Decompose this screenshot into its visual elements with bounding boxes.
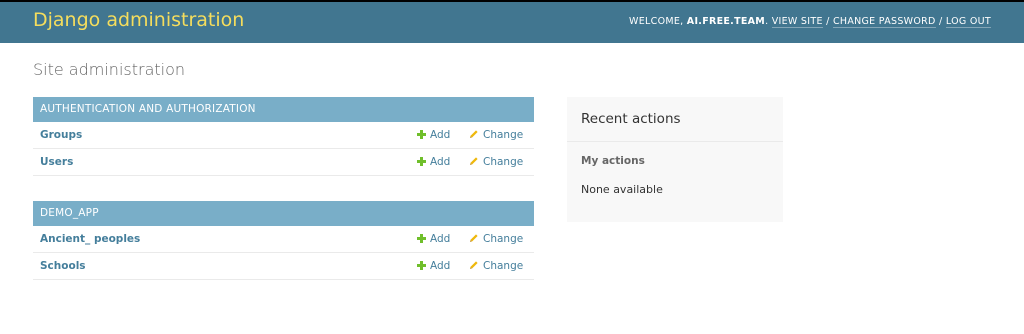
empty-actions-text: None available [581,183,663,196]
pencil-icon [470,130,478,138]
model-link-schools[interactable]: Schools [40,260,86,272]
username: AI.FREE.TEAM [686,16,766,27]
app-module-demo-app: DEMO_APP Ancient_ peoples Add Change Sch… [33,201,534,280]
plus-icon [417,130,426,139]
model-row: Users Add Change [33,149,534,176]
change-ancient-peoples-button[interactable]: Change [469,233,523,245]
pencil-icon [470,234,478,242]
pencil-icon [470,157,478,165]
change-label: Change [483,260,524,272]
plus-icon [417,234,426,243]
logout-link[interactable]: LOG OUT [945,16,991,28]
pencil-icon [470,261,478,269]
add-label: Add [430,129,451,141]
add-label: Add [430,260,451,272]
user-tools: WELCOME, AI.FREE.TEAM. VIEW SITE / CHANG… [629,16,991,28]
recent-actions-panel: Recent actions My actions None available [567,97,783,222]
change-label: Change [483,233,524,245]
divider [567,141,783,142]
app-module-auth: AUTHENTICATION AND AUTHORIZATION Groups … [33,97,534,176]
change-label: Change [483,129,524,141]
recent-actions-title: Recent actions [581,111,681,127]
model-row: Groups Add Change [33,122,534,149]
change-schools-button[interactable]: Change [469,260,523,272]
model-row: Ancient_ peoples Add Change [33,226,534,253]
plus-icon [417,261,426,270]
site-name[interactable]: Django administration [33,9,244,31]
change-password-link[interactable]: CHANGE PASSWORD [832,16,936,28]
add-label: Add [430,233,451,245]
my-actions-heading: My actions [581,155,645,167]
separator: / [826,16,830,27]
page-title: Site administration [33,60,186,79]
model-link-groups[interactable]: Groups [40,129,82,141]
change-users-button[interactable]: Change [469,156,523,168]
add-schools-button[interactable]: Add [417,260,450,272]
model-row: Schools Add Change [33,253,534,280]
add-groups-button[interactable]: Add [417,129,450,141]
view-site-link[interactable]: VIEW SITE [771,16,823,28]
header: Django administration WELCOME, AI.FREE.T… [0,0,1024,43]
model-link-ancient-peoples[interactable]: Ancient_ peoples [40,233,140,245]
change-label: Change [483,156,524,168]
model-link-users[interactable]: Users [40,156,73,168]
change-groups-button[interactable]: Change [469,129,523,141]
add-users-button[interactable]: Add [417,156,450,168]
app-caption[interactable]: AUTHENTICATION AND AUTHORIZATION [33,97,534,122]
separator: / [939,16,943,27]
add-ancient-peoples-button[interactable]: Add [417,233,450,245]
plus-icon [417,157,426,166]
welcome-text: WELCOME, [629,16,684,27]
add-label: Add [430,156,451,168]
app-caption[interactable]: DEMO_APP [33,201,534,226]
